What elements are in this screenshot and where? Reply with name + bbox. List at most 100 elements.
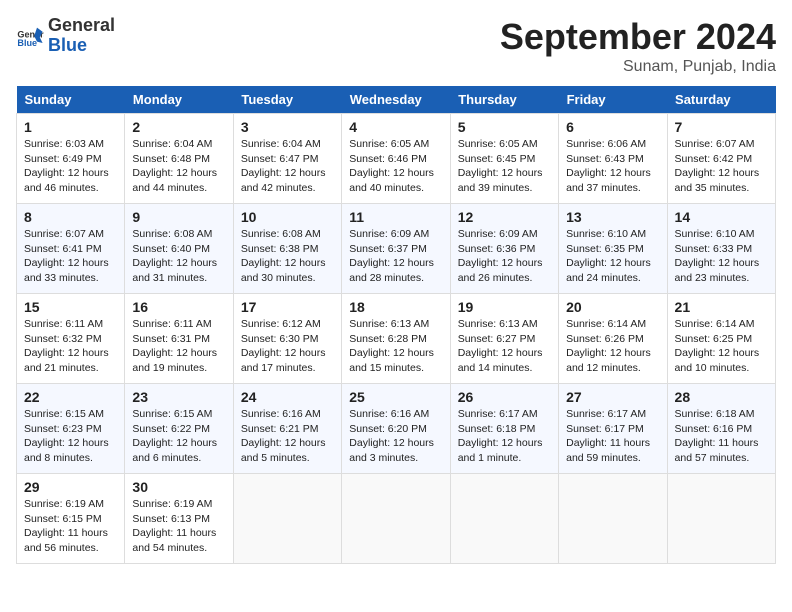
day-info: Sunrise: 6:11 AM Sunset: 6:31 PM Dayligh… — [132, 317, 225, 376]
day-cell: 5Sunrise: 6:05 AM Sunset: 6:45 PM Daylig… — [450, 114, 558, 204]
day-info: Sunrise: 6:08 AM Sunset: 6:38 PM Dayligh… — [241, 227, 334, 286]
day-cell: 26 Sunrise: 6:17 AM Sunset: 6:18 PM Dayli… — [450, 384, 558, 474]
day-number: 16 — [132, 299, 225, 315]
day-number: 18 — [349, 299, 442, 315]
day-number: 14 — [675, 209, 768, 225]
week-row-5: 29 Sunrise: 6:19 AM Sunset: 6:15 PM Dayli… — [17, 474, 776, 564]
day-number: 11 — [349, 209, 442, 225]
col-header-friday: Friday — [559, 86, 667, 114]
day-number: 28 — [675, 389, 768, 405]
day-number: 24 — [241, 389, 334, 405]
day-number: 19 — [458, 299, 551, 315]
day-number: 26 — [458, 389, 551, 405]
day-number: 27 — [566, 389, 659, 405]
day-info: Sunrise: 6:18 AM Sunset: 6:16 PM Dayligh… — [675, 407, 768, 466]
title-block: September 2024 Sunam, Punjab, India — [500, 16, 776, 76]
day-cell: 29 Sunrise: 6:19 AM Sunset: 6:15 PM Dayli… — [17, 474, 125, 564]
day-cell: 15 Sunrise: 6:11 AM Sunset: 6:32 PM Dayli… — [17, 294, 125, 384]
day-number: 6 — [566, 119, 659, 135]
day-info: Sunrise: 6:04 AM Sunset: 6:47 PM Dayligh… — [241, 137, 334, 196]
day-info: Sunrise: 6:08 AM Sunset: 6:40 PM Dayligh… — [132, 227, 225, 286]
day-cell: 6 Sunrise: 6:06 AM Sunset: 6:43 PM Daylig… — [559, 114, 667, 204]
col-header-wednesday: Wednesday — [342, 86, 450, 114]
day-info: Sunrise: 6:07 AM Sunset: 6:41 PM Dayligh… — [24, 227, 117, 286]
day-cell — [342, 474, 450, 564]
logo-text: General Blue — [48, 16, 115, 56]
week-row-3: 15 Sunrise: 6:11 AM Sunset: 6:32 PM Dayli… — [17, 294, 776, 384]
day-info: Sunrise: 6:16 AM Sunset: 6:20 PM Dayligh… — [349, 407, 442, 466]
day-cell: 21 Sunrise: 6:14 AM Sunset: 6:25 PM Dayli… — [667, 294, 775, 384]
day-cell: 24 Sunrise: 6:16 AM Sunset: 6:21 PM Dayli… — [233, 384, 341, 474]
day-cell: 8 Sunrise: 6:07 AM Sunset: 6:41 PM Daylig… — [17, 204, 125, 294]
day-number: 30 — [132, 479, 225, 495]
day-cell: 13 Sunrise: 6:10 AM Sunset: 6:35 PM Dayli… — [559, 204, 667, 294]
location: Sunam, Punjab, India — [500, 58, 776, 76]
day-info: Sunrise: 6:13 AM Sunset: 6:27 PM Dayligh… — [458, 317, 551, 376]
day-cell: 4Sunrise: 6:05 AM Sunset: 6:46 PM Daylig… — [342, 114, 450, 204]
day-number: 17 — [241, 299, 334, 315]
day-cell: 23 Sunrise: 6:15 AM Sunset: 6:22 PM Dayli… — [125, 384, 233, 474]
page-header: General Blue General Blue September 2024… — [16, 16, 776, 76]
col-header-monday: Monday — [125, 86, 233, 114]
day-info: Sunrise: 6:15 AM Sunset: 6:23 PM Dayligh… — [24, 407, 117, 466]
day-cell: 10Sunrise: 6:08 AM Sunset: 6:38 PM Dayli… — [233, 204, 341, 294]
day-cell: 27 Sunrise: 6:17 AM Sunset: 6:17 PM Dayli… — [559, 384, 667, 474]
day-info: Sunrise: 6:12 AM Sunset: 6:30 PM Dayligh… — [241, 317, 334, 376]
day-number: 9 — [132, 209, 225, 225]
day-cell: 12 Sunrise: 6:09 AM Sunset: 6:36 PM Dayli… — [450, 204, 558, 294]
day-info: Sunrise: 6:14 AM Sunset: 6:26 PM Dayligh… — [566, 317, 659, 376]
day-info: Sunrise: 6:14 AM Sunset: 6:25 PM Dayligh… — [675, 317, 768, 376]
day-number: 25 — [349, 389, 442, 405]
day-cell: 16 Sunrise: 6:11 AM Sunset: 6:31 PM Dayli… — [125, 294, 233, 384]
day-cell: 17 Sunrise: 6:12 AM Sunset: 6:30 PM Dayli… — [233, 294, 341, 384]
day-cell — [450, 474, 558, 564]
day-info: Sunrise: 6:09 AM Sunset: 6:37 PM Dayligh… — [349, 227, 442, 286]
day-cell: 22 Sunrise: 6:15 AM Sunset: 6:23 PM Dayli… — [17, 384, 125, 474]
col-header-tuesday: Tuesday — [233, 86, 341, 114]
day-info: Sunrise: 6:19 AM Sunset: 6:15 PM Dayligh… — [24, 497, 117, 556]
day-number: 2 — [132, 119, 225, 135]
day-number: 23 — [132, 389, 225, 405]
day-number: 29 — [24, 479, 117, 495]
day-info: Sunrise: 6:10 AM Sunset: 6:33 PM Dayligh… — [675, 227, 768, 286]
day-number: 15 — [24, 299, 117, 315]
day-number: 20 — [566, 299, 659, 315]
week-row-1: 1Sunrise: 6:03 AM Sunset: 6:49 PM Daylig… — [17, 114, 776, 204]
day-cell — [667, 474, 775, 564]
day-info: Sunrise: 6:17 AM Sunset: 6:18 PM Dayligh… — [458, 407, 551, 466]
day-number: 22 — [24, 389, 117, 405]
day-number: 8 — [24, 209, 117, 225]
day-number: 13 — [566, 209, 659, 225]
day-cell: 14 Sunrise: 6:10 AM Sunset: 6:33 PM Dayli… — [667, 204, 775, 294]
day-number: 7 — [675, 119, 768, 135]
day-cell: 30Sunrise: 6:19 AM Sunset: 6:13 PM Dayli… — [125, 474, 233, 564]
day-number: 12 — [458, 209, 551, 225]
month-title: September 2024 — [500, 16, 776, 58]
day-number: 21 — [675, 299, 768, 315]
day-number: 4 — [349, 119, 442, 135]
day-number: 3 — [241, 119, 334, 135]
logo-icon: General Blue — [16, 22, 44, 50]
day-info: Sunrise: 6:10 AM Sunset: 6:35 PM Dayligh… — [566, 227, 659, 286]
day-number: 1 — [24, 119, 117, 135]
day-cell: 7 Sunrise: 6:07 AM Sunset: 6:42 PM Daylig… — [667, 114, 775, 204]
day-info: Sunrise: 6:15 AM Sunset: 6:22 PM Dayligh… — [132, 407, 225, 466]
day-info: Sunrise: 6:17 AM Sunset: 6:17 PM Dayligh… — [566, 407, 659, 466]
day-info: Sunrise: 6:06 AM Sunset: 6:43 PM Dayligh… — [566, 137, 659, 196]
header-row: SundayMondayTuesdayWednesdayThursdayFrid… — [17, 86, 776, 114]
day-info: Sunrise: 6:09 AM Sunset: 6:36 PM Dayligh… — [458, 227, 551, 286]
day-info: Sunrise: 6:05 AM Sunset: 6:45 PM Dayligh… — [458, 137, 551, 196]
week-row-2: 8 Sunrise: 6:07 AM Sunset: 6:41 PM Daylig… — [17, 204, 776, 294]
day-cell: 18 Sunrise: 6:13 AM Sunset: 6:28 PM Dayli… — [342, 294, 450, 384]
day-cell: 11 Sunrise: 6:09 AM Sunset: 6:37 PM Dayli… — [342, 204, 450, 294]
col-header-thursday: Thursday — [450, 86, 558, 114]
day-info: Sunrise: 6:04 AM Sunset: 6:48 PM Dayligh… — [132, 137, 225, 196]
col-header-sunday: Sunday — [17, 86, 125, 114]
day-cell: 1Sunrise: 6:03 AM Sunset: 6:49 PM Daylig… — [17, 114, 125, 204]
calendar-table: SundayMondayTuesdayWednesdayThursdayFrid… — [16, 86, 776, 564]
day-info: Sunrise: 6:16 AM Sunset: 6:21 PM Dayligh… — [241, 407, 334, 466]
day-info: Sunrise: 6:13 AM Sunset: 6:28 PM Dayligh… — [349, 317, 442, 376]
day-info: Sunrise: 6:11 AM Sunset: 6:32 PM Dayligh… — [24, 317, 117, 376]
day-cell — [233, 474, 341, 564]
day-info: Sunrise: 6:07 AM Sunset: 6:42 PM Dayligh… — [675, 137, 768, 196]
